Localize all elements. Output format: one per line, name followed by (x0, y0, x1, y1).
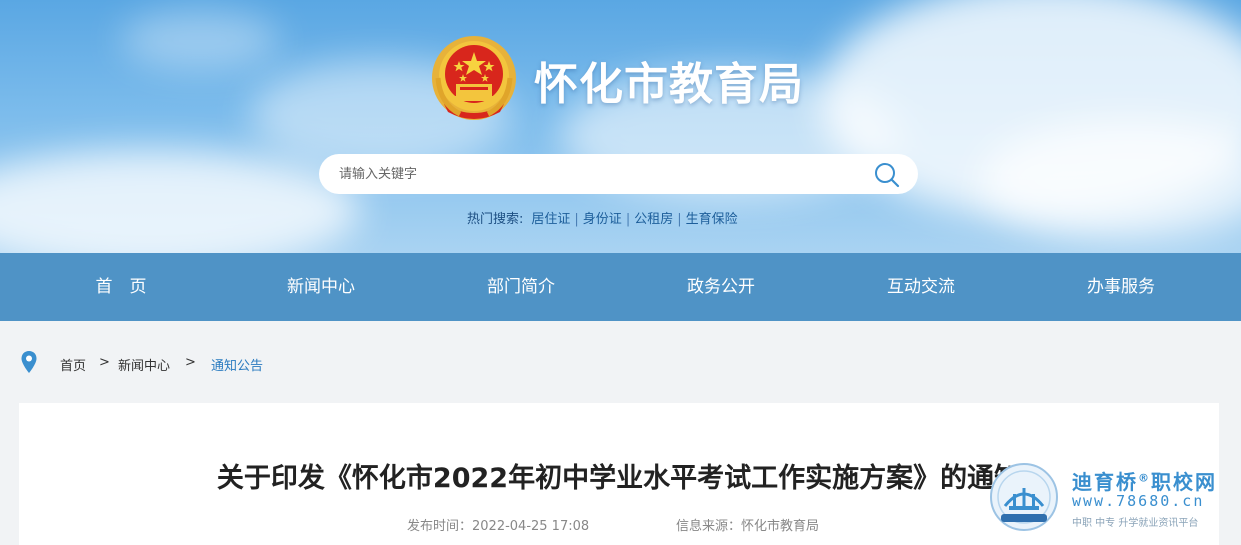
location-pin-icon (21, 351, 37, 373)
nav-item-interaction[interactable]: 互动交流 (821, 253, 1021, 321)
site-title: 怀化市教育局 (534, 59, 804, 110)
cloud (0, 150, 360, 253)
search-icon[interactable] (873, 161, 901, 189)
watermark-brand: 迪育桥®职校网 (1072, 466, 1217, 495)
separator: | (677, 212, 682, 227)
watermark-url: www.78680.cn (1072, 492, 1205, 510)
search-box (319, 154, 918, 194)
hot-search-link[interactable]: 身份证 (583, 212, 622, 227)
cloud (120, 10, 280, 70)
nav-item-about[interactable]: 部门简介 (421, 253, 621, 321)
header-banner: 怀化市教育局 热门搜索:居住证|身份证|公租房|生育保险 (0, 0, 1241, 253)
breadcrumb-news[interactable]: 新闻中心 (118, 355, 170, 374)
nav-item-services[interactable]: 办事服务 (1021, 253, 1221, 321)
watermark-brand-name: 迪育桥 (1072, 470, 1138, 494)
main-nav: 首 页 新闻中心 部门简介 政务公开 互动交流 办事服务 (0, 253, 1241, 321)
watermark-brand-suffix: 职校网 (1151, 470, 1217, 494)
separator: | (574, 212, 579, 227)
nav-item-home[interactable]: 首 页 (21, 253, 221, 321)
nav-item-gov-affairs[interactable]: 政务公开 (621, 253, 821, 321)
hot-search-link[interactable]: 生育保险 (686, 212, 738, 227)
breadcrumb-notice[interactable]: 通知公告 (211, 355, 263, 374)
nav-item-news[interactable]: 新闻中心 (221, 253, 421, 321)
breadcrumb-separator: > (185, 355, 196, 370)
breadcrumb-separator: > (99, 355, 110, 370)
national-emblem-icon (432, 36, 516, 120)
info-source: 信息来源：怀化市教育局 (676, 519, 820, 534)
search-input[interactable] (339, 162, 859, 186)
hot-search-label: 热门搜索: (467, 212, 524, 227)
watermark-slogan: 中职 中专 升学就业资讯平台 (1072, 518, 1199, 529)
hot-search-link[interactable]: 公租房 (634, 212, 673, 227)
watermark-logo-icon (990, 463, 1058, 531)
hot-search: 热门搜索: 居住证 | 身份证 | 公租房 | 生育保险 (467, 208, 738, 227)
separator: | (625, 212, 631, 227)
hot-search-link[interactable]: 居住证 (531, 212, 570, 227)
publish-time: 发布时间：2022-04-25 17:08 (407, 519, 590, 534)
breadcrumb-home[interactable]: 首页 (60, 355, 86, 374)
registered-mark: ® (1138, 471, 1151, 485)
